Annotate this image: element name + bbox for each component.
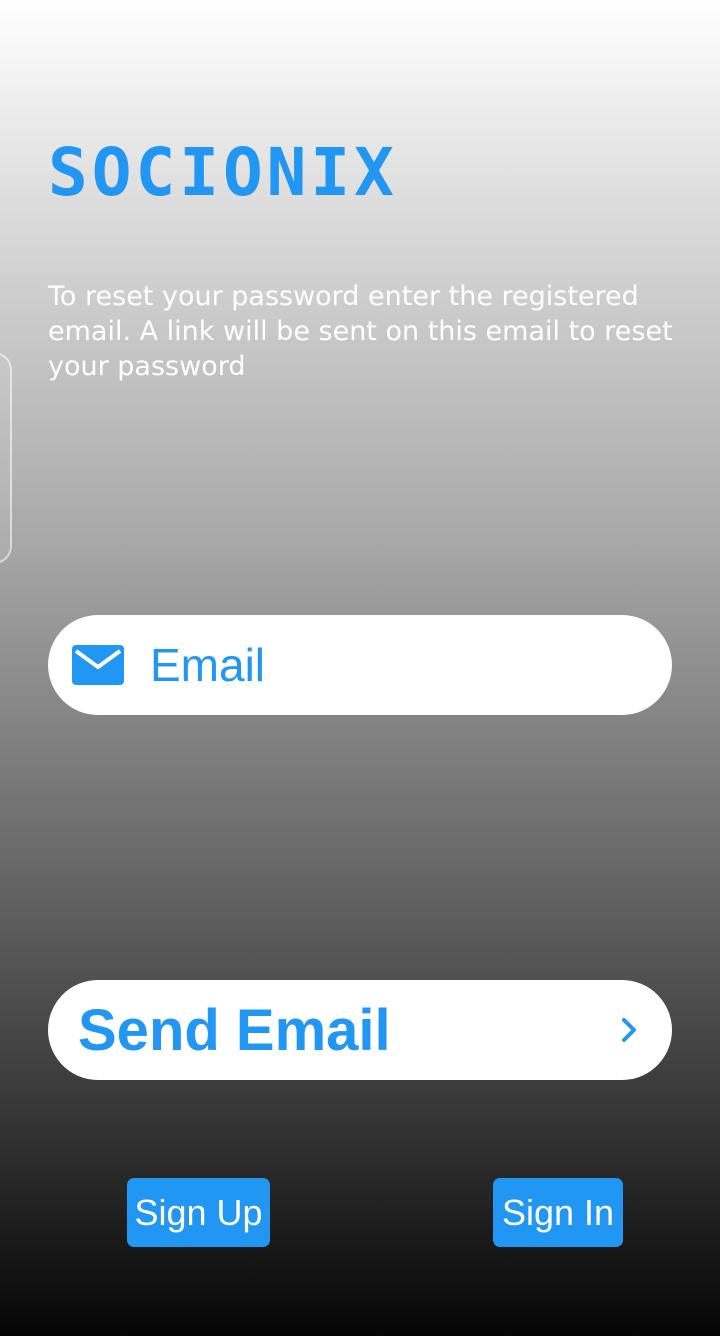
reset-instructions: To reset your password enter the registe…: [48, 281, 673, 382]
email-input[interactable]: [150, 638, 630, 692]
sign-up-button[interactable]: Sign Up: [127, 1178, 270, 1247]
app-logo: SOCIONIX: [48, 134, 398, 211]
side-drawer-handle[interactable]: [0, 352, 12, 564]
send-email-button[interactable]: Send Email: [48, 980, 672, 1080]
mail-icon: [72, 645, 124, 685]
sign-in-button[interactable]: Sign In: [493, 1178, 623, 1247]
send-email-label: Send Email: [78, 997, 391, 1063]
chevron-right-icon: [618, 1014, 642, 1046]
email-field[interactable]: [48, 615, 672, 715]
